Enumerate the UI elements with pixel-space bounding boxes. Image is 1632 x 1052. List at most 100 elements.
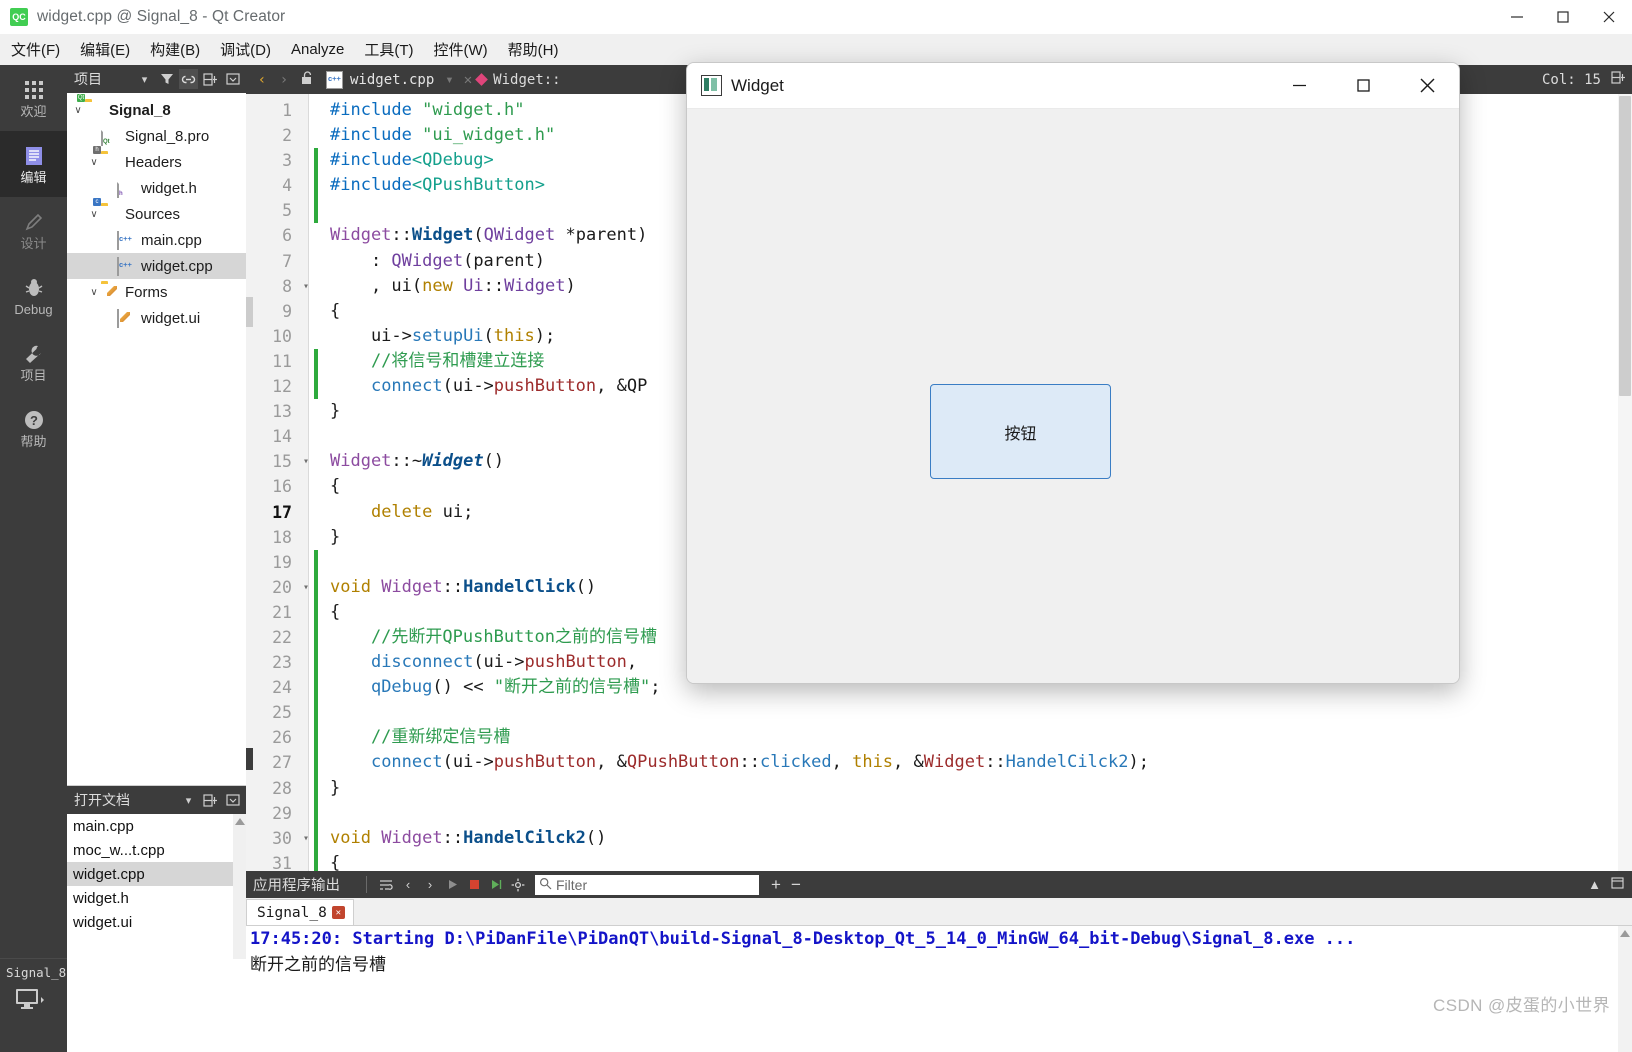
mode-help[interactable]: ? 帮助 xyxy=(0,395,67,461)
code-token: #include xyxy=(330,125,423,146)
code-token: ( xyxy=(411,275,423,296)
code-line[interactable]: 30 ▾ void Widget::HandelCilck2() xyxy=(246,825,1632,851)
stop-icon[interactable] xyxy=(463,874,485,896)
forward-button[interactable]: › xyxy=(274,72,294,88)
zoom-in-button[interactable]: + xyxy=(771,875,781,895)
zoom-out-button[interactable]: − xyxy=(791,875,801,895)
list-item[interactable]: widget.ui xyxy=(67,910,246,934)
filter-icon[interactable] xyxy=(157,69,176,89)
link-icon[interactable] xyxy=(179,69,198,89)
code-text: : QWidget(parent) xyxy=(318,249,545,274)
close-icon[interactable] xyxy=(1586,0,1632,34)
code-text: #include "ui_widget.h" xyxy=(318,123,555,148)
next-item-icon[interactable]: › xyxy=(419,874,441,896)
line-number: 29 xyxy=(272,803,292,823)
minimize-icon[interactable] xyxy=(1494,0,1540,34)
menu-help[interactable]: 帮助(H) xyxy=(499,36,568,63)
list-item[interactable]: widget.h xyxy=(67,886,246,910)
code-line[interactable]: 29 xyxy=(246,800,1632,826)
code-line[interactable]: 27 connect(ui->pushButton, &QPushButton:… xyxy=(246,750,1632,776)
scrollbar-thumb[interactable] xyxy=(1619,96,1631,396)
disclosure-arrow[interactable]: ∨ xyxy=(87,287,101,298)
symbol-selector[interactable]: Widget:: xyxy=(475,72,561,88)
mode-debug[interactable]: Debug xyxy=(0,263,67,329)
push-button[interactable]: 按钮 xyxy=(930,384,1111,479)
editor-vertical-scrollbar[interactable] xyxy=(1618,94,1632,871)
rerun-icon[interactable] xyxy=(485,874,507,896)
unlocked-icon[interactable] xyxy=(296,70,316,89)
code-text: ui->setupUi(this); xyxy=(318,324,555,349)
split-icon[interactable] xyxy=(1611,71,1626,88)
output-scrollbar[interactable] xyxy=(1618,926,1632,1052)
tree-item-headers[interactable]: ∨ h Headers xyxy=(67,146,246,175)
close-icon[interactable]: ✕ xyxy=(331,906,345,919)
split-icon[interactable] xyxy=(201,790,220,810)
code-line[interactable]: 28} xyxy=(246,775,1632,801)
fold-arrow-icon[interactable]: ▾ xyxy=(298,575,314,600)
code-token: *parent) xyxy=(555,225,648,246)
tree-item-widget-cpp[interactable]: c++ widget.cpp xyxy=(67,253,246,279)
tree-item-main-cpp[interactable]: c++ main.cpp xyxy=(67,227,246,253)
fold-arrow-icon[interactable]: ▾ xyxy=(298,274,314,299)
collapse-icon[interactable] xyxy=(223,790,242,810)
menu-window[interactable]: 控件(W) xyxy=(425,36,497,63)
maximize-icon[interactable] xyxy=(1540,0,1586,34)
mode-projects[interactable]: 项目 xyxy=(0,329,67,395)
output-tab-signal-8[interactable]: Signal_8 ✕ xyxy=(246,899,354,925)
menu-analyze[interactable]: Analyze xyxy=(282,38,353,61)
list-item[interactable]: moc_w...t.cpp xyxy=(67,838,246,862)
mode-edit[interactable]: 编辑 xyxy=(0,131,67,197)
menu-tools[interactable]: 工具(T) xyxy=(355,36,422,63)
code-token: ::~ xyxy=(391,451,423,472)
tree-item-forms[interactable]: ∨ Forms xyxy=(67,279,246,305)
tree-item-widget-ui[interactable]: widget.ui xyxy=(67,305,246,331)
maximize-icon[interactable] xyxy=(1331,63,1395,108)
code-token: :: xyxy=(442,827,464,848)
code-token: Widget xyxy=(923,752,986,773)
chevron-up-icon[interactable]: ▲ xyxy=(1588,877,1601,892)
wrap-lines-icon[interactable] xyxy=(375,874,397,896)
kit-selector[interactable]: Signal_8 xyxy=(0,958,67,1052)
close-icon[interactable] xyxy=(1395,63,1459,108)
qt-widget-icon xyxy=(701,75,722,96)
fold-arrow-icon[interactable]: ▾ xyxy=(298,826,314,851)
disclosure-arrow[interactable]: ∨ xyxy=(71,105,85,116)
menu-debug[interactable]: 调试(D) xyxy=(211,36,280,63)
chevron-down-icon[interactable]: ▾ xyxy=(135,69,154,89)
split-icon[interactable] xyxy=(201,69,220,89)
collapse-icon[interactable] xyxy=(223,69,242,89)
output-filter-input[interactable]: Filter xyxy=(535,874,759,895)
menu-file[interactable]: 文件(F) xyxy=(2,36,69,63)
code-line[interactable]: 31 { xyxy=(246,850,1632,871)
mode-welcome[interactable]: 欢迎 xyxy=(0,65,67,131)
editor-file-chip[interactable]: c++ widget.cpp xyxy=(320,70,440,89)
chevron-down-icon[interactable]: ▾ xyxy=(179,790,198,810)
code-token: connect xyxy=(370,752,443,773)
back-button[interactable]: ‹ xyxy=(252,72,272,88)
output-text-body[interactable]: 17:45:20: Starting D:\PiDanFile\PiDanQT\… xyxy=(246,926,1632,1052)
tree-item-sources[interactable]: ∨ c Sources xyxy=(67,198,246,227)
widget-application-window[interactable]: Widget 按钮 xyxy=(686,62,1460,684)
list-item[interactable]: widget.cpp xyxy=(67,862,246,886)
list-item[interactable]: main.cpp xyxy=(67,814,246,838)
open-documents-scrollbar[interactable] xyxy=(233,814,246,959)
scroll-up-icon[interactable] xyxy=(234,818,245,825)
run-icon[interactable] xyxy=(441,874,463,896)
editor-left-marker xyxy=(246,297,253,327)
settings-icon[interactable] xyxy=(507,874,529,896)
minimize-icon[interactable] xyxy=(1267,63,1331,108)
close-pane-icon[interactable] xyxy=(1611,877,1624,892)
code-line[interactable]: 25 xyxy=(246,700,1632,726)
chevron-down-icon[interactable]: ▾ xyxy=(440,72,458,88)
scroll-up-icon[interactable] xyxy=(1620,930,1630,937)
disclosure-arrow[interactable]: ∨ xyxy=(87,209,101,220)
disclosure-arrow[interactable]: ∨ xyxy=(87,157,101,168)
tree-item-signal-8[interactable]: ∨ Qt Signal_8 xyxy=(67,94,246,123)
menu-edit[interactable]: 编辑(E) xyxy=(71,36,139,63)
cpp-file-icon: c++ xyxy=(117,231,136,250)
fold-arrow-icon[interactable]: ▾ xyxy=(298,449,314,474)
prev-item-icon[interactable]: ‹ xyxy=(397,874,419,896)
menu-build[interactable]: 构建(B) xyxy=(141,36,209,63)
code-line[interactable]: 26 //重新绑定信号槽 xyxy=(246,725,1632,751)
mode-design[interactable]: 设计 xyxy=(0,197,67,263)
